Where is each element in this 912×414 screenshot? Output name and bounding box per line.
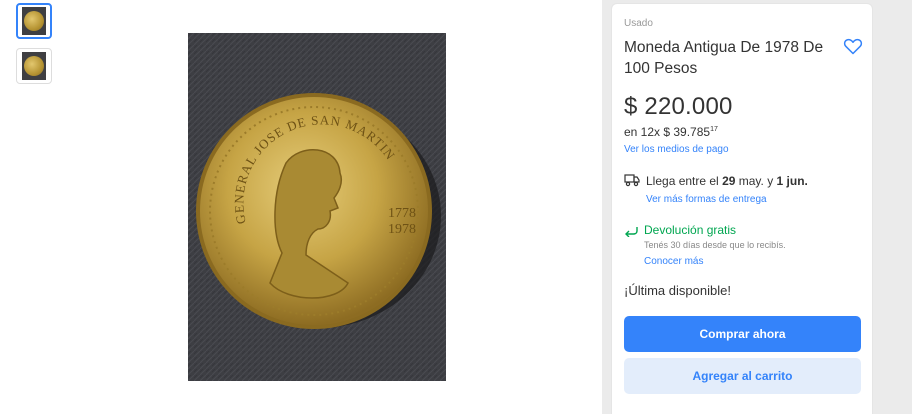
product-price: $ 220.000 [624,93,733,120]
product-page: GENERAL JOSE DE SAN MARTIN 1778 1978 Usa… [0,0,912,414]
favorite-heart-icon[interactable] [843,36,863,56]
stock-status: ¡Última disponible! [624,283,731,298]
installments: en 12x $ 39.78517 [624,125,718,139]
thumbnail-image [22,7,46,35]
payment-methods-link[interactable]: Ver los medios de pago [624,144,729,155]
image-gallery: GENERAL JOSE DE SAN MARTIN 1778 1978 [0,0,602,414]
coin-photo: GENERAL JOSE DE SAN MARTIN 1778 1978 [188,33,446,381]
add-to-cart-button[interactable]: Agregar al carrito [624,358,861,394]
truck-icon [624,173,640,187]
free-return-title: Devolución gratis [644,223,737,237]
learn-more-link[interactable]: Conocer más [644,256,703,267]
free-return-subtitle: Tenés 30 días desde que lo recibís. [644,240,786,250]
coin-year-top: 1778 [388,206,416,221]
item-condition: Usado [624,18,653,29]
buy-box: Usado Moneda Antigua De 1978 De 100 Peso… [611,3,873,414]
installments-cents: 17 [710,126,718,133]
coin-year-bottom: 1978 [388,222,416,237]
main-product-image[interactable]: GENERAL JOSE DE SAN MARTIN 1778 1978 [188,33,446,381]
shipping-estimate: Llega entre el 29 may. y 1 jun. [646,174,808,188]
installments-amount: en 12x $ 39.785 [624,125,711,139]
thumbnail-1[interactable] [16,3,52,39]
thumbnail-image [22,52,46,80]
buy-now-button[interactable]: Comprar ahora [624,316,861,352]
thumbnail-2[interactable] [16,48,52,84]
return-arrow-icon [624,224,638,238]
product-title: Moneda Antigua De 1978 De 100 Pesos [624,39,824,77]
shipping-options-link[interactable]: Ver más formas de entrega [646,194,767,205]
